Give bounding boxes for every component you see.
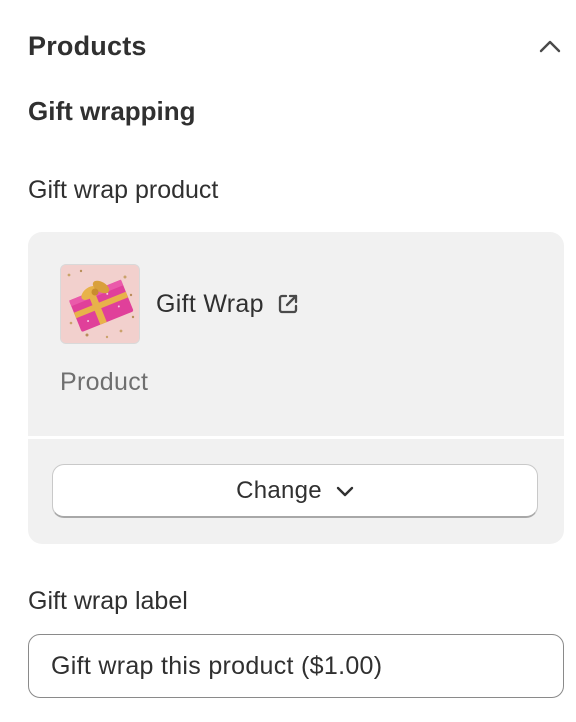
chevron-down-icon [336, 486, 354, 496]
open-product-link[interactable] [276, 291, 302, 317]
gift-wrapping-title: Gift wrapping [28, 96, 196, 126]
gift-wrap-product-label: Gift wrap product [28, 176, 219, 204]
card-divider [28, 436, 564, 439]
gift-box-image [61, 265, 139, 343]
section-title: Products [28, 30, 147, 61]
change-button-label: Change [236, 476, 322, 504]
product-summary: Gift Wrap Product [28, 232, 564, 436]
gift-wrap-product-card: Gift Wrap Product Change [28, 232, 564, 544]
product-name-row: Gift Wrap [156, 286, 302, 322]
product-thumbnail [60, 264, 140, 344]
external-link-icon [278, 294, 297, 314]
products-panel: Products Gift wrapping Gift wrap product [0, 0, 576, 722]
chevron-up-icon [539, 40, 561, 53]
change-product-button[interactable]: Change [52, 464, 538, 518]
products-section-header[interactable]: Products [28, 26, 564, 66]
gift-wrap-label-field-label: Gift wrap label [28, 587, 188, 615]
product-type: Product [60, 368, 149, 396]
gift-wrap-label-input[interactable] [28, 634, 564, 698]
product-name: Gift Wrap [156, 289, 264, 318]
collapse-button[interactable] [536, 32, 564, 60]
